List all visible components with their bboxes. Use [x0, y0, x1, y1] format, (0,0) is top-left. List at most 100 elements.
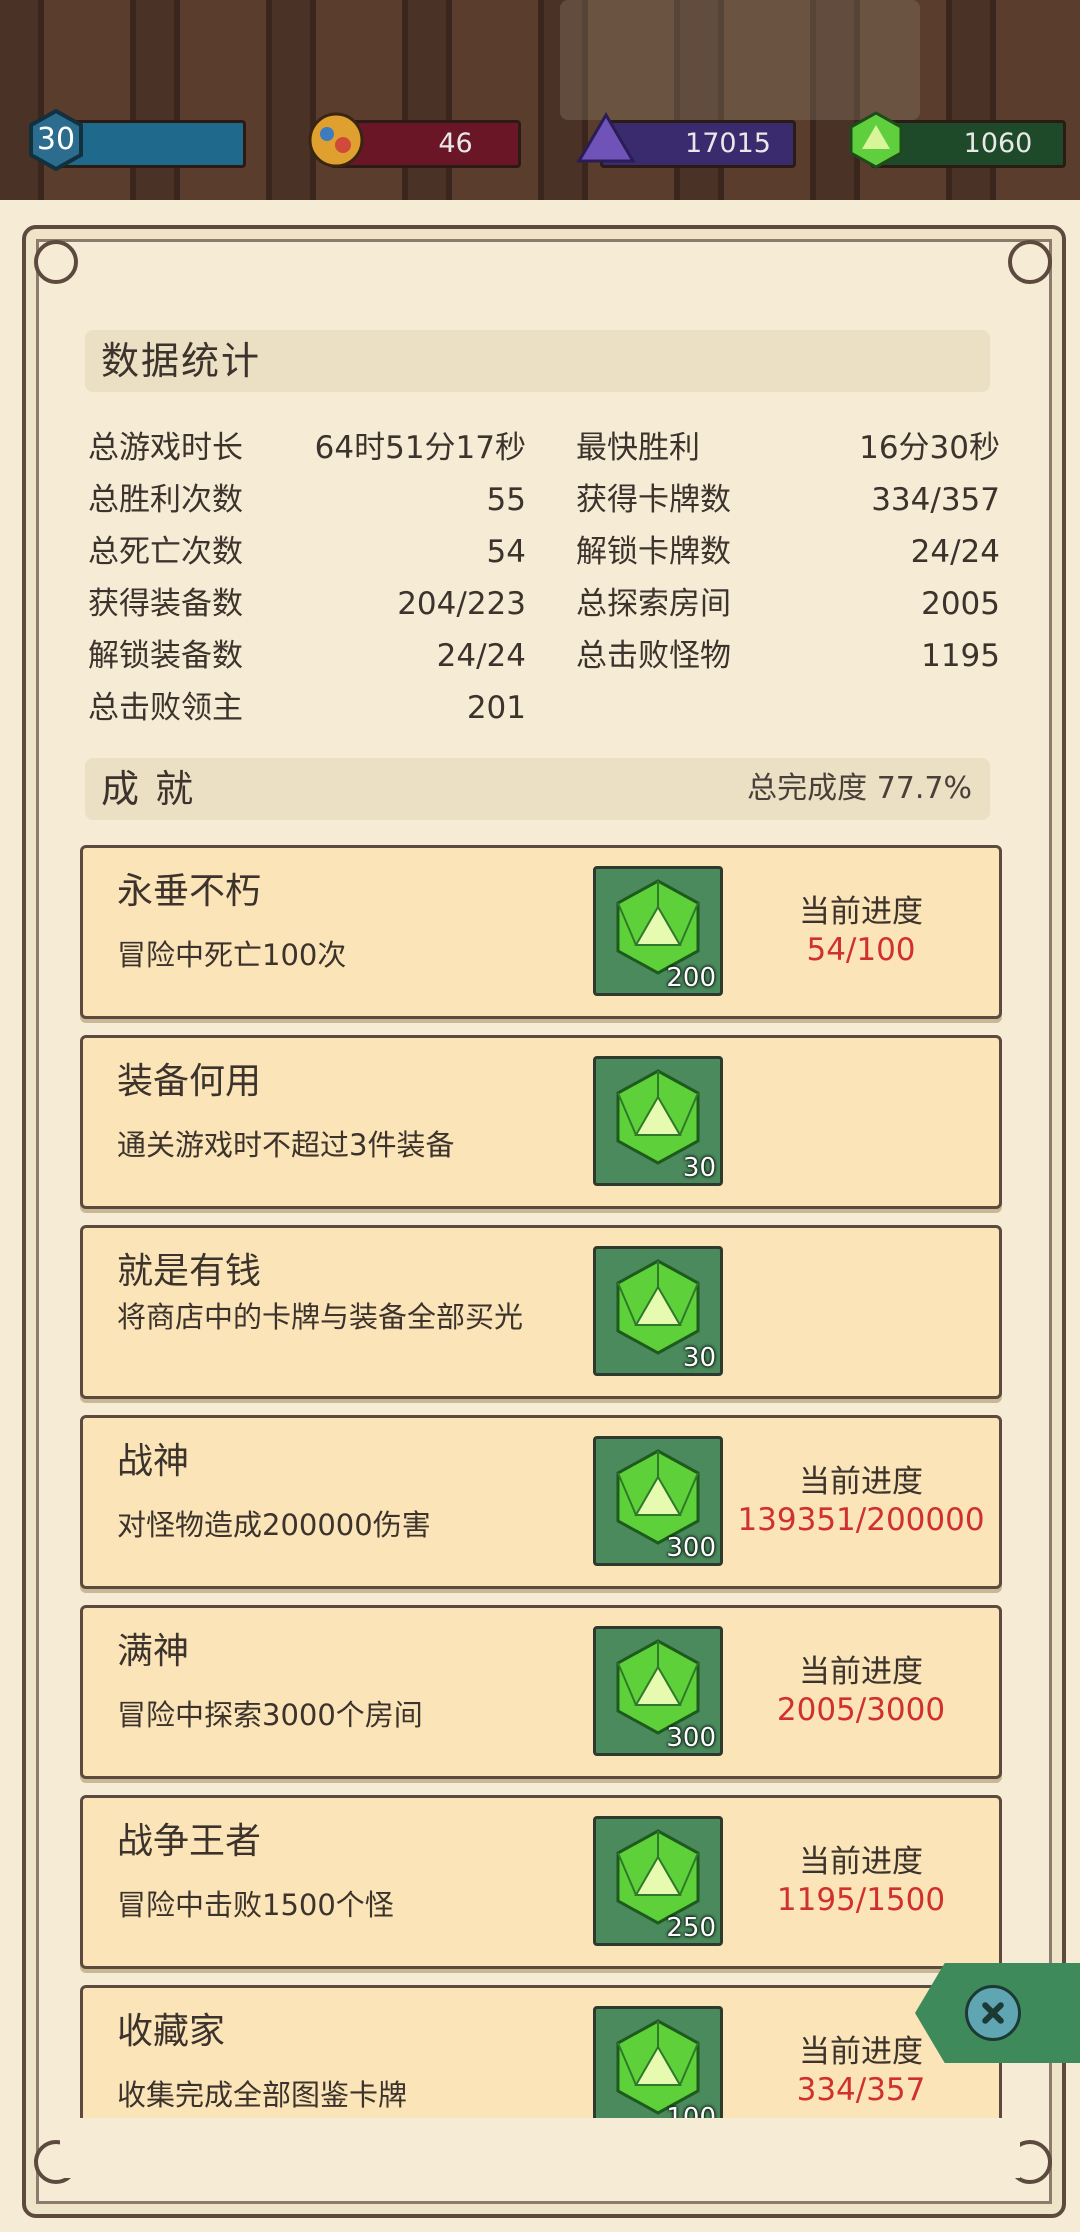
progress-label: 当前进度: [799, 1464, 923, 1500]
scroll-clip: [60, 2118, 1020, 2178]
achievement-title: 永垂不朽: [117, 871, 262, 912]
red-currency-value: 46: [438, 128, 473, 159]
reward-box: 30: [593, 1056, 723, 1186]
achievements-title: 成 就: [101, 767, 196, 811]
achievement-desc: 冒险中死亡100次: [117, 938, 347, 972]
stat-row: 总胜利次数 55: [88, 476, 526, 524]
progress-label: 当前进度: [799, 1654, 923, 1690]
green-d20-gem-icon: [616, 879, 700, 975]
stats-header: 数据统计: [85, 330, 990, 392]
stat-label: 总游戏时长: [88, 430, 243, 466]
stats-title: 数据统计: [101, 339, 262, 383]
reward-amount: 200: [666, 963, 716, 993]
reward-box: 300: [593, 1436, 723, 1566]
stat-label: 解锁卡牌数: [576, 534, 731, 570]
stat-label: 总死亡次数: [88, 534, 243, 570]
achievement-title: 战神: [117, 1441, 190, 1482]
green-currency-value: 1060: [963, 128, 1033, 159]
stat-value: 201: [466, 690, 526, 726]
stat-value: 24/24: [910, 534, 1000, 570]
achievement-card[interactable]: 就是有钱 将商店中的卡牌与装备全部买光 30: [80, 1225, 1002, 1399]
progress-value: 2005/3000: [776, 1692, 946, 1728]
achievement-desc: 通关游戏时不超过3件装备: [117, 1128, 455, 1162]
achievement-desc: 冒险中探索3000个房间: [117, 1698, 423, 1732]
stat-row: 解锁装备数 24/24: [88, 632, 526, 680]
reward-box: 300: [593, 1626, 723, 1756]
achievement-card[interactable]: 满神 冒险中探索3000个房间 300 当前进度 2005/3000: [80, 1605, 1002, 1779]
progress-value: 54/100: [806, 932, 916, 968]
stat-label: 总击败领主: [88, 690, 243, 726]
stat-value: 55: [486, 482, 526, 518]
green-d20-gem-icon: [616, 1069, 700, 1165]
reward-amount: 30: [682, 1343, 716, 1373]
progress-label: 当前进度: [799, 1844, 923, 1880]
purple-crystal-icon: [576, 112, 636, 163]
stat-label: 总探索房间: [576, 586, 731, 622]
reward-box: 250: [593, 1816, 723, 1946]
corner-ornament: [34, 240, 78, 284]
stat-label: 解锁装备数: [88, 638, 243, 674]
stat-label: 总击败怪物: [576, 638, 731, 674]
close-icon[interactable]: [965, 1985, 1021, 2041]
stat-label: 最快胜利: [576, 430, 700, 466]
stat-label: 获得装备数: [88, 586, 243, 622]
corner-ornament: [1008, 240, 1052, 284]
reward-amount: 300: [666, 1533, 716, 1563]
achievement-title: 战争王者: [117, 1821, 262, 1862]
red-currency-bar: 46: [308, 112, 521, 168]
stat-value: 16分30秒: [859, 430, 1000, 466]
reward-box: 100: [593, 2006, 723, 2136]
level-value: 30: [36, 122, 76, 157]
reward-box: 30: [593, 1246, 723, 1376]
green-d20-gem-icon: [616, 2019, 700, 2115]
progress-value: 334/357: [796, 2072, 926, 2108]
stat-value: 24/24: [436, 638, 526, 674]
progress-value: 1195/1500: [776, 1882, 946, 1918]
stat-value: 2005: [921, 586, 1000, 622]
reward-amount: 250: [666, 1913, 716, 1943]
achievement-card[interactable]: 永垂不朽 冒险中死亡100次 200 当前进度 54/100: [80, 845, 1002, 1019]
top-background: [0, 0, 1080, 200]
green-d20-gem-icon: [616, 1639, 700, 1735]
achievement-title: 就是有钱: [117, 1251, 262, 1292]
achievement-card[interactable]: 战争王者 冒险中击败1500个怪 250 当前进度 1195/1500: [80, 1795, 1002, 1969]
purple-currency-bar: 17015: [576, 112, 796, 168]
reward-amount: 300: [666, 1723, 716, 1753]
green-d20-gem-icon: [616, 1829, 700, 1925]
achievement-card[interactable]: 战神 对怪物造成200000伤害 300 当前进度 139351/200000: [80, 1415, 1002, 1589]
reward-amount: 30: [682, 1153, 716, 1183]
stat-row: 解锁卡牌数 24/24: [576, 528, 1000, 576]
stat-row: 总击败怪物 1195: [576, 632, 1000, 680]
stat-label: 总胜利次数: [88, 482, 243, 518]
stat-row: 总游戏时长 64时51分17秒: [88, 424, 526, 472]
completion-rate: 总完成度 77.7%: [747, 771, 972, 806]
purple-currency-value: 17015: [685, 128, 771, 159]
achievement-title: 满神: [117, 1631, 190, 1672]
stat-row: 总击败领主 201: [88, 684, 526, 732]
green-currency-bar: 1060: [849, 111, 1066, 169]
stat-label: 获得卡牌数: [576, 482, 731, 518]
close-tab[interactable]: [915, 1963, 1080, 2063]
achievement-desc: 收集完成全部图鉴卡牌: [117, 2078, 408, 2112]
achievement-title: 装备何用: [117, 1061, 262, 1102]
stat-value: 204/223: [397, 586, 526, 622]
stat-row: 总探索房间 2005: [576, 580, 1000, 628]
stat-value: 334/357: [871, 482, 1000, 518]
achievement-desc: 将商店中的卡牌与装备全部买光: [117, 1300, 524, 1334]
stat-value: 64时51分17秒: [314, 430, 526, 466]
stat-row: 获得卡牌数 334/357: [576, 476, 1000, 524]
achievement-card[interactable]: 装备何用 通关游戏时不超过3件装备 30: [80, 1035, 1002, 1209]
reward-box: 200: [593, 866, 723, 996]
stat-row: 获得装备数 204/223: [88, 580, 526, 628]
stat-row: 最快胜利 16分30秒: [576, 424, 1000, 472]
green-gem-icon: [849, 111, 903, 169]
achievement-desc: 冒险中击败1500个怪: [117, 1888, 394, 1922]
achievement-desc: 对怪物造成200000伤害: [117, 1508, 431, 1542]
red-orb-icon: [308, 112, 364, 168]
green-d20-gem-icon: [616, 1259, 700, 1355]
achievements-header: 成 就 总完成度 77.7%: [85, 758, 990, 820]
stat-value: 1195: [921, 638, 1000, 674]
green-d20-gem-icon: [616, 1449, 700, 1545]
stat-value: 54: [486, 534, 526, 570]
achievement-title: 收藏家: [117, 2011, 226, 2052]
